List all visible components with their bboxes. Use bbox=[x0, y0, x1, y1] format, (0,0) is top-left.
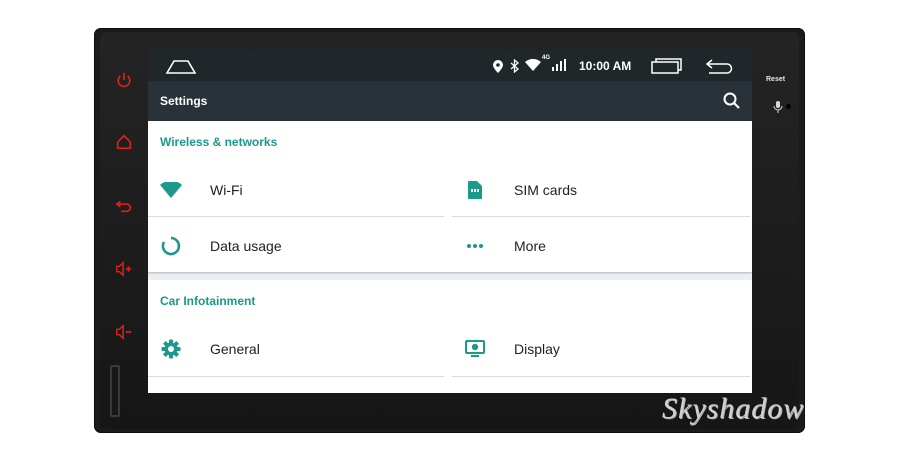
page-title: Settings bbox=[160, 94, 208, 108]
setting-item-wifi[interactable]: Wi-Fi bbox=[148, 162, 444, 217]
display-icon bbox=[464, 338, 486, 360]
reset-button[interactable] bbox=[786, 104, 791, 109]
recent-apps-icon[interactable] bbox=[648, 56, 684, 76]
setting-item-display[interactable]: Display bbox=[452, 321, 748, 376]
wifi-icon bbox=[160, 179, 182, 201]
setting-item-sim-cards[interactable]: SIM cards bbox=[452, 162, 748, 217]
setting-item-more[interactable]: More bbox=[452, 218, 748, 273]
wifi-icon bbox=[524, 58, 542, 72]
home-outline-icon[interactable] bbox=[164, 56, 198, 76]
wireless-networks-card: Wireless & networks Wi-Fi SIM cards Data… bbox=[148, 121, 752, 272]
section-title-car-infotainment: Car Infotainment bbox=[160, 294, 256, 308]
gear-icon bbox=[160, 338, 182, 360]
home-icon bbox=[116, 134, 132, 150]
signal-icon bbox=[551, 58, 567, 72]
status-time: 10:00 AM bbox=[579, 59, 632, 73]
setting-label: More bbox=[514, 238, 546, 254]
setting-item-data-usage[interactable]: Data usage bbox=[148, 218, 444, 273]
home-button[interactable] bbox=[106, 127, 142, 157]
more-dots-icon bbox=[464, 235, 486, 257]
back-icon[interactable] bbox=[704, 56, 736, 76]
power-button[interactable] bbox=[106, 65, 142, 95]
divider bbox=[452, 216, 750, 217]
app-bar: Settings bbox=[148, 81, 752, 121]
setting-label: Display bbox=[514, 341, 560, 357]
setting-label: General bbox=[210, 341, 260, 357]
volume-down-button[interactable] bbox=[106, 317, 142, 347]
status-bar: 4G 10:00 AM bbox=[148, 50, 752, 81]
reset-label: Reset bbox=[766, 76, 786, 83]
setting-label: Data usage bbox=[210, 238, 282, 254]
location-icon bbox=[492, 59, 504, 73]
power-icon bbox=[117, 72, 131, 88]
car-infotainment-card: Car Infotainment General Display bbox=[148, 280, 752, 393]
back-button[interactable] bbox=[106, 190, 142, 220]
setting-item-general[interactable]: General bbox=[148, 321, 444, 376]
volume-up-icon bbox=[116, 260, 132, 278]
network-badge: 4G bbox=[542, 55, 551, 61]
divider bbox=[452, 376, 750, 377]
divider bbox=[148, 216, 444, 217]
search-button[interactable] bbox=[722, 91, 742, 111]
card-slot bbox=[110, 365, 120, 417]
volume-down-icon bbox=[116, 323, 132, 341]
microphone-icon bbox=[772, 100, 784, 114]
android-screen: 4G 10:00 AM Settings Wireless & networks… bbox=[148, 50, 752, 393]
setting-label: Wi-Fi bbox=[210, 182, 243, 198]
bluetooth-icon bbox=[508, 58, 520, 73]
section-title-wireless: Wireless & networks bbox=[160, 135, 278, 149]
setting-label: SIM cards bbox=[514, 182, 578, 198]
sim-card-icon bbox=[464, 179, 486, 201]
search-icon bbox=[723, 92, 740, 109]
back-icon bbox=[115, 200, 132, 213]
volume-up-button[interactable] bbox=[106, 254, 142, 284]
data-usage-icon bbox=[160, 235, 182, 257]
divider bbox=[148, 376, 444, 377]
brand-watermark: Skyshadow bbox=[662, 392, 805, 425]
